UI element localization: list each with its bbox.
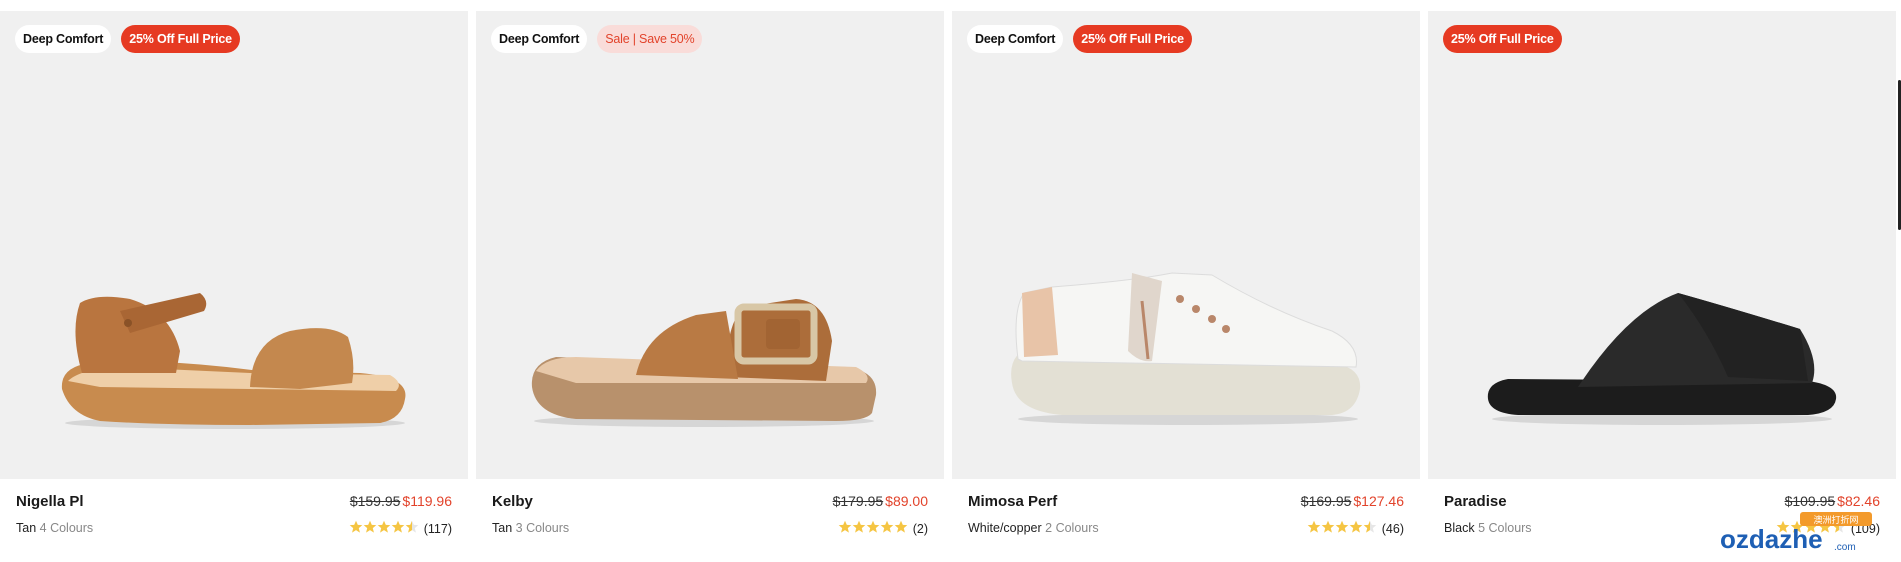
promo-badge: 25% Off Full Price (1073, 25, 1192, 53)
rating[interactable]: (117) (349, 520, 452, 537)
star-icon (880, 520, 894, 533)
slide-sandal-image (531, 299, 877, 427)
rating[interactable]: (46) (1307, 520, 1404, 537)
badge-group: Deep Comfort 25% Off Full Price (967, 25, 1192, 53)
product-card[interactable]: Deep Comfort 25% Off Full Price Nigella … (0, 11, 468, 562)
color-name: Tan (492, 521, 513, 535)
product-info: Kelby $179.95 $89.00 Tan 3 Colours (2) (492, 493, 928, 553)
color-info: White/copper 2 Colours (968, 521, 1099, 535)
rating[interactable]: (2) (838, 520, 928, 537)
product-info: Nigella Pl $159.95 $119.96 Tan 4 Colours … (16, 493, 452, 553)
star-rating (838, 520, 908, 537)
sale-price: $127.46 (1353, 493, 1404, 509)
star-icon (1321, 520, 1335, 533)
deep-comfort-badge: Deep Comfort (967, 25, 1064, 53)
black-slide-image (1487, 293, 1837, 425)
product-grid: Deep Comfort 25% Off Full Price Nigella … (0, 11, 1901, 562)
price-group: $179.95 $89.00 (833, 493, 928, 509)
price-group: $109.95 $82.46 (1785, 493, 1880, 509)
price-group: $169.95 $127.46 (1301, 493, 1404, 509)
badge-group: Deep Comfort Sale | Save 50% (491, 25, 703, 53)
sandal-image (61, 293, 406, 429)
badge-group: 25% Off Full Price (1443, 25, 1562, 53)
product-image[interactable]: Deep Comfort Sale | Save 50% (476, 11, 944, 479)
watermark-sub-text: .com (1834, 542, 1856, 553)
star-icon (894, 520, 908, 533)
star-icon (363, 520, 377, 533)
sale-price: $89.00 (885, 493, 928, 509)
colour-count-link[interactable]: 3 Colours (516, 521, 570, 535)
star-icon (838, 520, 852, 533)
sale-price: $82.46 (1837, 493, 1880, 509)
product-image[interactable]: 25% Off Full Price (1428, 11, 1896, 479)
star-icon (1335, 520, 1349, 533)
product-card[interactable]: Deep Comfort 25% Off Full Price Mimosa P… (952, 11, 1420, 562)
review-count: (46) (1381, 521, 1404, 536)
star-icon (852, 520, 866, 533)
color-info: Tan 4 Colours (16, 521, 93, 535)
colour-count-link[interactable]: 4 Colours (40, 521, 94, 535)
star-icon (866, 520, 880, 533)
deep-comfort-badge: Deep Comfort (491, 25, 588, 53)
colour-count-link[interactable]: 2 Colours (1045, 521, 1099, 535)
star-icon (1307, 520, 1321, 533)
original-price: $179.95 (832, 493, 884, 509)
color-name: Black (1444, 521, 1475, 535)
sale-price: $119.96 (402, 493, 452, 509)
product-info: Mimosa Perf $169.95 $127.46 White/copper … (968, 493, 1404, 553)
price-group: $159.95 $119.96 (350, 493, 452, 509)
star-icon (1349, 520, 1363, 533)
badge-group: Deep Comfort 25% Off Full Price (15, 25, 240, 53)
product-image[interactable]: Deep Comfort 25% Off Full Price (952, 11, 1420, 479)
color-info: Tan 3 Colours (492, 521, 569, 535)
half-star-icon (405, 520, 419, 533)
sneaker-image (1011, 272, 1361, 425)
product-card[interactable]: 25% Off Full Price Paradise $109.95 $82.4… (1428, 11, 1896, 562)
watermark-text: ozdazhe (1720, 524, 1823, 554)
star-rating (1307, 520, 1377, 537)
product-name[interactable]: Nigella Pl (16, 493, 84, 510)
deep-comfort-badge: Deep Comfort (15, 25, 112, 53)
sale-badge: Sale | Save 50% (597, 25, 703, 53)
color-name: Tan (16, 521, 37, 535)
original-price: $159.95 (349, 493, 401, 509)
star-icon (377, 520, 391, 533)
colour-count-link[interactable]: 5 Colours (1478, 521, 1532, 535)
product-card[interactable]: Deep Comfort Sale | Save 50% Kelby $179.… (476, 11, 944, 562)
star-icon (349, 520, 363, 533)
watermark-logo: 澳洲打折网 ozdazhe .com (1720, 512, 1872, 554)
review-count: (117) (423, 521, 452, 536)
product-image[interactable]: Deep Comfort 25% Off Full Price (0, 11, 468, 479)
original-price: $169.95 (1300, 493, 1352, 509)
half-star-icon (1363, 520, 1377, 533)
review-count: (2) (912, 521, 928, 536)
star-icon (391, 520, 405, 533)
product-name[interactable]: Mimosa Perf (968, 493, 1057, 510)
promo-badge: 25% Off Full Price (1443, 25, 1562, 53)
color-name: White/copper (968, 521, 1042, 535)
promo-badge: 25% Off Full Price (121, 25, 240, 53)
product-name[interactable]: Kelby (492, 493, 533, 510)
original-price: $109.95 (1784, 493, 1836, 509)
color-info: Black 5 Colours (1444, 521, 1532, 535)
product-name[interactable]: Paradise (1444, 493, 1507, 510)
star-rating (349, 520, 419, 537)
